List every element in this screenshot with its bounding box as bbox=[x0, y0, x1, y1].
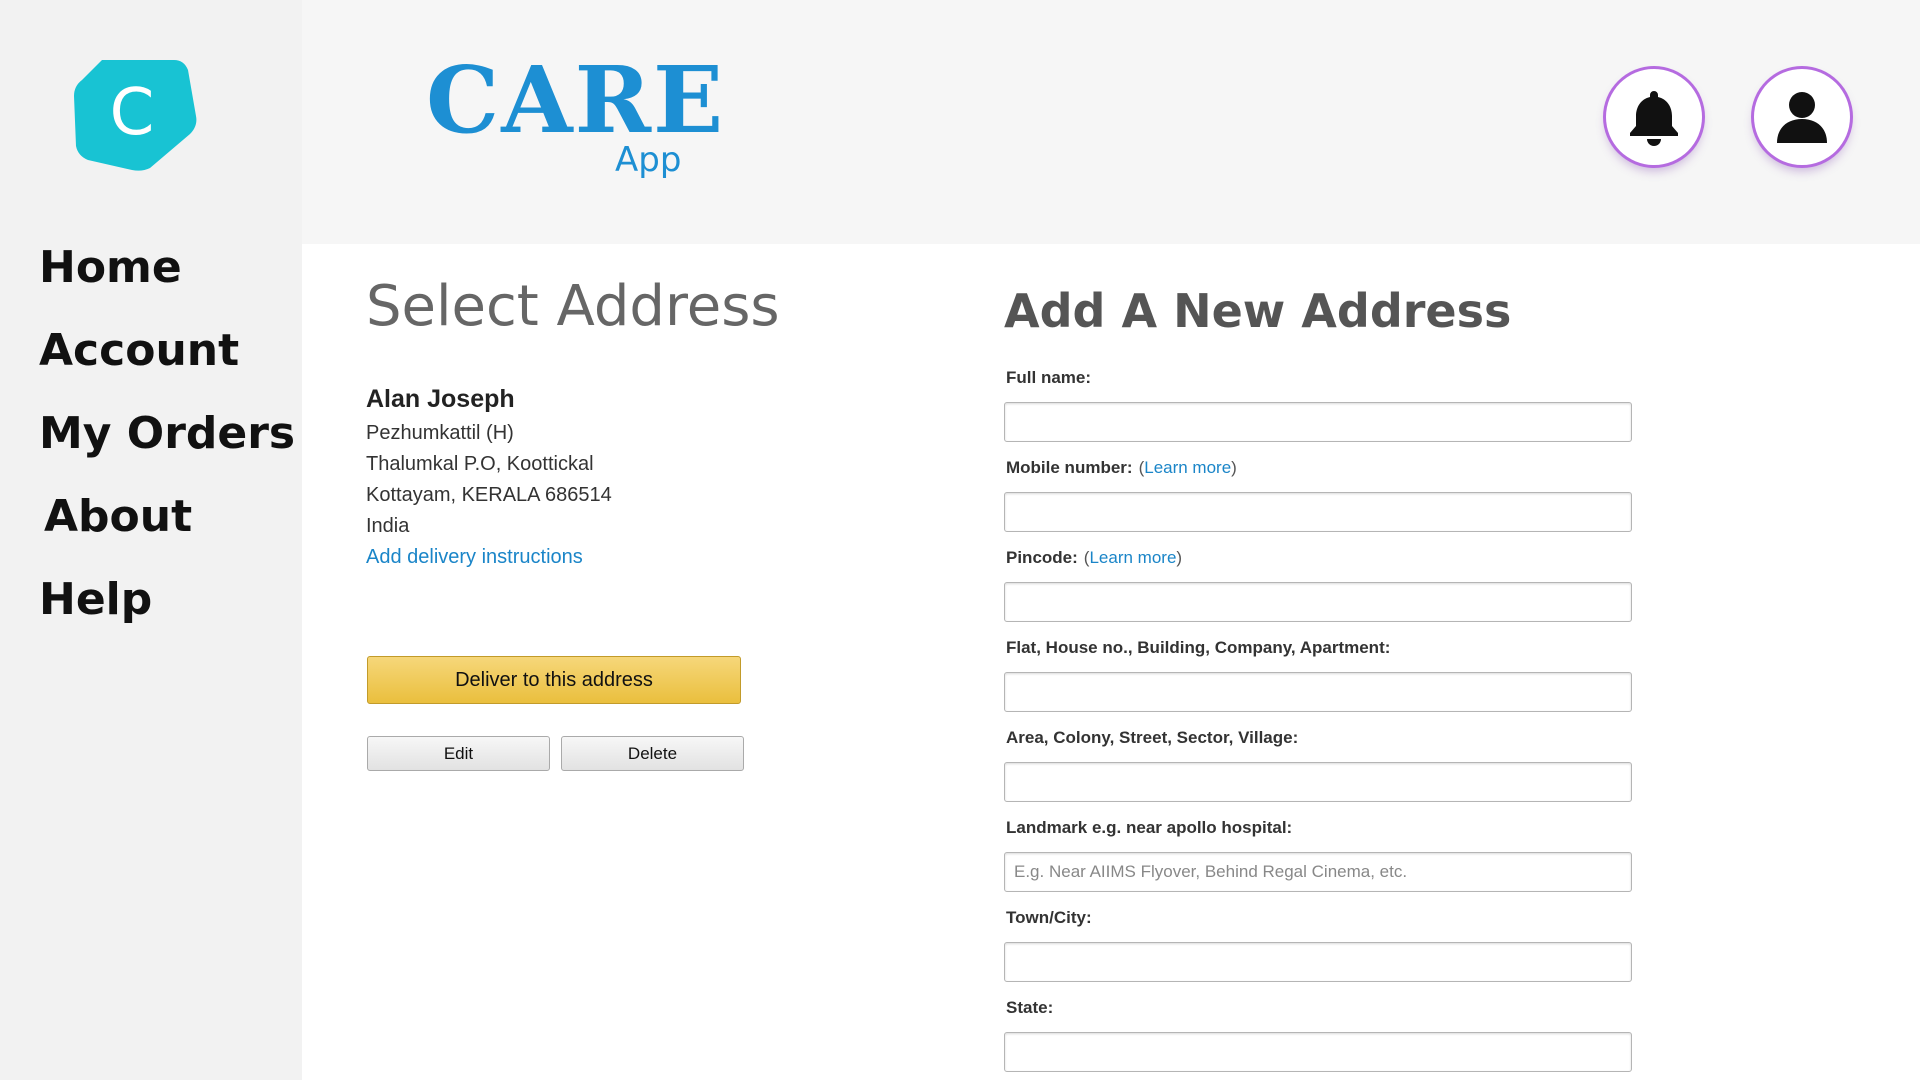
sidebar-item-home[interactable]: Home bbox=[39, 236, 295, 319]
edit-button[interactable]: Edit bbox=[367, 736, 550, 771]
pincode-input[interactable] bbox=[1004, 582, 1632, 622]
deliver-to-address-button[interactable]: Deliver to this address bbox=[367, 656, 741, 704]
svg-text:C: C bbox=[110, 76, 155, 150]
state-field: State: bbox=[1004, 996, 1634, 1072]
app-logo[interactable]: C bbox=[72, 56, 198, 172]
sidebar-item-account[interactable]: Account bbox=[39, 319, 295, 402]
area-street-input[interactable] bbox=[1004, 762, 1632, 802]
field-label: Pincode: (Learn more) bbox=[1006, 548, 1183, 567]
field-label: Flat, House no., Building, Company, Apar… bbox=[1006, 638, 1391, 657]
address-name: Alan Joseph bbox=[366, 385, 515, 413]
new-address-form: Add A New Address Full name: Mobile numb… bbox=[1004, 276, 1644, 1072]
address-line: Kottayam, KERALA 686514 bbox=[366, 484, 612, 506]
notifications-button[interactable] bbox=[1606, 69, 1702, 165]
mobile-number-field: Mobile number: (Learn more) bbox=[1004, 456, 1634, 532]
header: CARE App bbox=[302, 0, 1920, 244]
select-address-panel: Select Address Alan Joseph Pezhumkattil … bbox=[366, 270, 886, 771]
mobile-number-input[interactable] bbox=[1004, 492, 1632, 532]
select-address-title: Select Address bbox=[366, 274, 780, 339]
town-city-input[interactable] bbox=[1004, 942, 1632, 982]
address-line: India bbox=[366, 515, 410, 537]
learn-more-link[interactable]: Learn more bbox=[1144, 458, 1231, 477]
field-label: Mobile number: (Learn more) bbox=[1006, 458, 1237, 477]
pincode-field: Pincode: (Learn more) bbox=[1004, 546, 1634, 622]
field-label: State: bbox=[1006, 998, 1054, 1017]
brand-title: CARE bbox=[426, 46, 726, 154]
sidebar-nav: Home Account My Orders About Help bbox=[39, 236, 295, 651]
learn-more-link[interactable]: Learn more bbox=[1089, 548, 1176, 567]
sidebar: C Home Account My Orders About Help bbox=[0, 0, 302, 1080]
sidebar-item-about[interactable]: About bbox=[39, 485, 295, 568]
area-street-field: Area, Colony, Street, Sector, Village: bbox=[1004, 726, 1634, 802]
sidebar-item-help[interactable]: Help bbox=[39, 568, 295, 651]
field-label: Town/City: bbox=[1006, 908, 1092, 927]
delete-button[interactable]: Delete bbox=[561, 736, 744, 771]
bell-icon bbox=[1630, 91, 1678, 146]
full-name-input[interactable] bbox=[1004, 402, 1632, 442]
brand-subtitle: App bbox=[615, 140, 682, 180]
add-delivery-instructions-link[interactable]: Add delivery instructions bbox=[366, 542, 886, 573]
profile-button[interactable] bbox=[1754, 69, 1850, 165]
field-label: Landmark e.g. near apollo hospital: bbox=[1006, 818, 1293, 837]
logo-icon: C bbox=[74, 60, 197, 171]
sidebar-item-my-orders[interactable]: My Orders bbox=[39, 402, 295, 485]
state-input[interactable] bbox=[1004, 1032, 1632, 1072]
field-label: Full name: bbox=[1006, 368, 1092, 387]
field-label: Area, Colony, Street, Sector, Village: bbox=[1006, 728, 1299, 747]
address-card: Alan Joseph Pezhumkattil (H) Thalumkal P… bbox=[366, 380, 886, 573]
flat-house-field: Flat, House no., Building, Company, Apar… bbox=[1004, 636, 1634, 712]
landmark-field: Landmark e.g. near apollo hospital: bbox=[1004, 816, 1634, 892]
new-address-title: Add A New Address bbox=[1004, 284, 1512, 338]
address-line: Pezhumkattil (H) bbox=[366, 422, 514, 444]
town-city-field: Town/City: bbox=[1004, 906, 1634, 982]
address-line: Thalumkal P.O, Koottickal bbox=[366, 453, 594, 475]
brand: CARE App bbox=[426, 46, 726, 180]
full-name-field: Full name: bbox=[1004, 366, 1634, 442]
user-icon bbox=[1777, 92, 1827, 143]
flat-house-input[interactable] bbox=[1004, 672, 1632, 712]
landmark-input[interactable] bbox=[1004, 852, 1632, 892]
